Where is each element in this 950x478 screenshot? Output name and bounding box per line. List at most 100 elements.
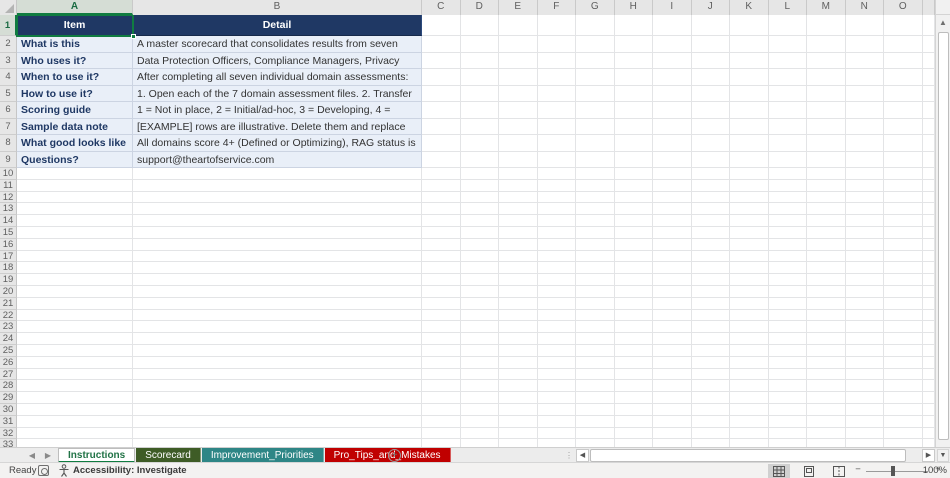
cell-H28[interactable] [615,380,654,392]
cell-C4[interactable] [422,69,461,86]
column-header-B[interactable]: B [133,0,422,15]
cell-F32[interactable] [538,428,577,440]
cell-M3[interactable] [807,53,846,70]
cell-A16[interactable] [17,239,133,251]
cell-K10[interactable] [730,168,769,180]
cell-L9[interactable] [769,152,808,169]
cell-O14[interactable] [884,215,923,227]
cell-J33[interactable] [692,439,731,447]
cell-G26[interactable] [576,357,615,369]
hscroll-left-icon[interactable]: ◀ [576,449,589,462]
cell-M24[interactable] [807,333,846,345]
cell-J31[interactable] [692,416,731,428]
cell-M16[interactable] [807,239,846,251]
cell-F13[interactable] [538,203,577,215]
cell-L11[interactable] [769,180,808,192]
cell-G31[interactable] [576,416,615,428]
cell-partial-21[interactable] [923,298,936,310]
cell-G5[interactable] [576,86,615,103]
column-header-F[interactable]: F [538,0,577,15]
cell-A1[interactable]: Item [17,15,133,36]
cell-L8[interactable] [769,135,808,152]
cell-K13[interactable] [730,203,769,215]
cell-G19[interactable] [576,274,615,286]
cell-O2[interactable] [884,36,923,53]
cell-B23[interactable] [133,321,422,333]
row-header-10[interactable]: 10 [0,168,17,180]
cell-M1[interactable] [807,15,846,36]
cell-O25[interactable] [884,345,923,357]
cell-O32[interactable] [884,428,923,440]
cell-D21[interactable] [461,298,500,310]
cell-D17[interactable] [461,251,500,263]
cell-I17[interactable] [653,251,692,263]
cell-F6[interactable] [538,102,577,119]
cell-A25[interactable] [17,345,133,357]
row-header-27[interactable]: 27 [0,369,17,381]
row-header-4[interactable]: 4 [0,69,17,86]
cell-K3[interactable] [730,53,769,70]
cell-A27[interactable] [17,369,133,381]
cell-K6[interactable] [730,102,769,119]
cell-F19[interactable] [538,274,577,286]
cell-C26[interactable] [422,357,461,369]
cell-L25[interactable] [769,345,808,357]
cell-partial-25[interactable] [923,345,936,357]
cell-partial-10[interactable] [923,168,936,180]
cell-O20[interactable] [884,286,923,298]
cell-C33[interactable] [422,439,461,447]
cell-C10[interactable] [422,168,461,180]
cell-M28[interactable] [807,380,846,392]
cell-M11[interactable] [807,180,846,192]
cell-L31[interactable] [769,416,808,428]
cell-N5[interactable] [846,86,885,103]
cell-L22[interactable] [769,310,808,322]
cell-O24[interactable] [884,333,923,345]
cell-O28[interactable] [884,380,923,392]
scroll-up-icon[interactable]: ▲ [936,15,950,31]
cell-F10[interactable] [538,168,577,180]
cell-G12[interactable] [576,192,615,204]
cell-J24[interactable] [692,333,731,345]
cell-N25[interactable] [846,345,885,357]
cell-J27[interactable] [692,369,731,381]
cell-B3[interactable]: Data Protection Officers, Compliance Man… [133,53,422,70]
cell-J15[interactable] [692,227,731,239]
cell-L3[interactable] [769,53,808,70]
cell-E17[interactable] [499,251,538,263]
row-header-21[interactable]: 21 [0,298,17,310]
cell-C29[interactable] [422,392,461,404]
cell-F20[interactable] [538,286,577,298]
cell-H16[interactable] [615,239,654,251]
cell-A17[interactable] [17,251,133,263]
cell-G11[interactable] [576,180,615,192]
cell-K19[interactable] [730,274,769,286]
cell-H24[interactable] [615,333,654,345]
cell-N19[interactable] [846,274,885,286]
cell-partial-33[interactable] [923,439,936,447]
cell-B16[interactable] [133,239,422,251]
row-header-30[interactable]: 30 [0,404,17,416]
cell-J1[interactable] [692,15,731,36]
cell-N12[interactable] [846,192,885,204]
cell-I7[interactable] [653,119,692,136]
cell-partial-20[interactable] [923,286,936,298]
cell-H33[interactable] [615,439,654,447]
cell-G22[interactable] [576,310,615,322]
cell-D4[interactable] [461,69,500,86]
cell-L19[interactable] [769,274,808,286]
cell-I5[interactable] [653,86,692,103]
cell-O1[interactable] [884,15,923,36]
cell-N26[interactable] [846,357,885,369]
cell-D5[interactable] [461,86,500,103]
cell-I2[interactable] [653,36,692,53]
cell-N1[interactable] [846,15,885,36]
cell-I21[interactable] [653,298,692,310]
cell-C25[interactable] [422,345,461,357]
cell-B6[interactable]: 1 = Not in place, 2 = Initial/ad-hoc, 3 … [133,102,422,119]
cell-B28[interactable] [133,380,422,392]
cell-G15[interactable] [576,227,615,239]
cell-partial-11[interactable] [923,180,936,192]
cell-M2[interactable] [807,36,846,53]
cell-M22[interactable] [807,310,846,322]
